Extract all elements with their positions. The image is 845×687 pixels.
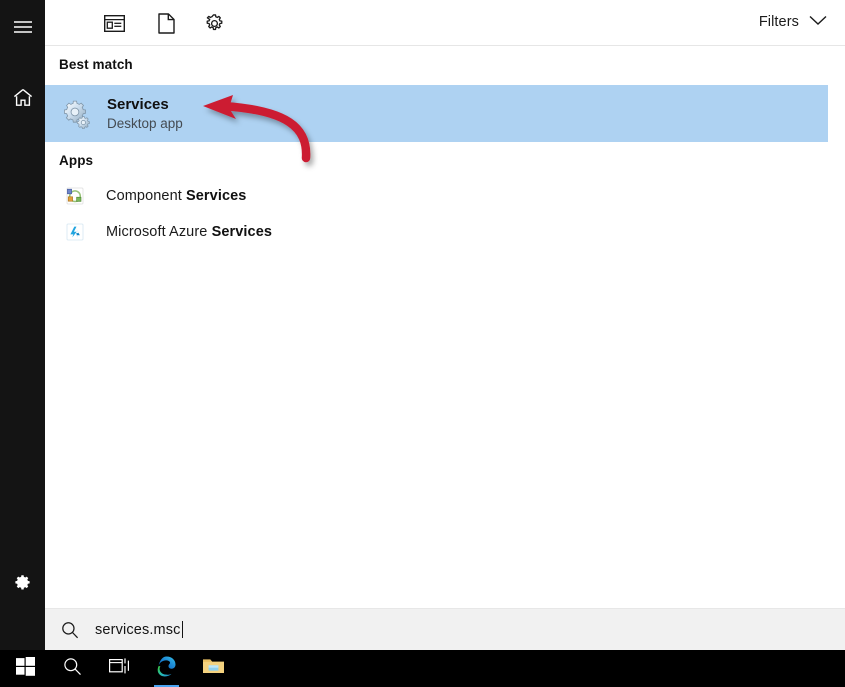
app-result-label: Microsoft Azure Services — [106, 224, 272, 240]
services-gear-icon — [61, 98, 93, 130]
chevron-down-icon — [809, 13, 827, 31]
edge-button[interactable] — [143, 650, 190, 687]
start-button[interactable] — [2, 650, 49, 687]
best-match-subtitle: Desktop app — [107, 116, 183, 131]
best-match-result-services[interactable]: Services Desktop app — [45, 85, 828, 142]
azure-icon — [64, 221, 86, 243]
app-result-component-services[interactable]: Component Services — [45, 178, 828, 214]
file-explorer-button[interactable] — [190, 650, 237, 687]
best-match-title: Services — [107, 96, 169, 113]
apps-heading: Apps — [59, 153, 94, 168]
search-input-value: services.msc — [95, 621, 181, 638]
app-result-label: Component Services — [106, 188, 246, 204]
best-match-text: Services Desktop app — [107, 96, 183, 131]
sidebar-item-home[interactable] — [0, 73, 45, 121]
edge-icon — [155, 655, 178, 683]
home-icon — [13, 88, 33, 107]
search-icon — [61, 621, 79, 639]
task-view-icon — [109, 657, 130, 680]
task-view-button[interactable] — [96, 650, 143, 687]
component-services-icon — [64, 185, 86, 207]
app-label-match: Services — [211, 224, 273, 240]
settings-gear-icon[interactable] — [202, 11, 226, 35]
hamburger-icon — [13, 20, 33, 34]
app-result-microsoft-azure-services[interactable]: Microsoft Azure Services — [45, 214, 828, 250]
sidebar-item-settings[interactable] — [0, 559, 45, 607]
windows-logo-icon — [16, 656, 35, 681]
taskbar — [0, 650, 845, 687]
filters-label: Filters — [758, 14, 799, 30]
apps-panel-icon[interactable] — [102, 11, 126, 35]
folder-icon — [202, 656, 225, 681]
gear-icon — [13, 574, 32, 593]
filters-button[interactable]: Filters — [759, 13, 827, 31]
windows-search-flyout: Filters Best match Services Desktop app … — [0, 0, 845, 687]
search-icon — [63, 657, 82, 681]
search-results-panel: Filters Best match Services Desktop app … — [45, 0, 845, 650]
search-sidebar-rail — [0, 0, 45, 650]
toolbar-divider — [45, 45, 845, 46]
app-label-prefix: Component — [106, 188, 186, 204]
search-input[interactable]: services.msc — [45, 608, 845, 650]
text-caret — [181, 621, 183, 638]
search-toolbar: Filters — [45, 0, 845, 45]
sidebar-item-menu[interactable] — [0, 3, 45, 51]
app-label-prefix: Microsoft Azure — [106, 224, 212, 240]
search-button[interactable] — [49, 650, 96, 687]
document-icon[interactable] — [154, 11, 178, 35]
best-match-heading: Best match — [59, 57, 133, 72]
app-label-match: Services — [186, 188, 247, 204]
